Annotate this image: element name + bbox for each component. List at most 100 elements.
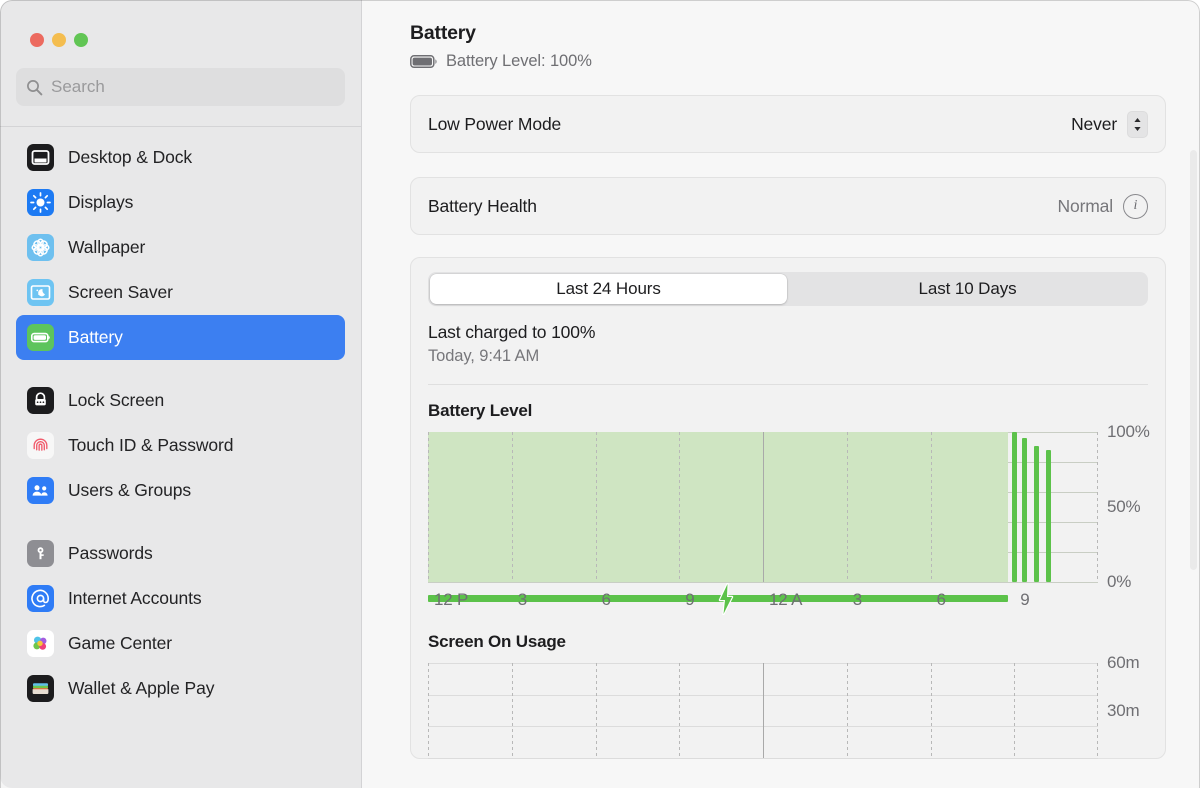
usage-divider (428, 384, 1148, 385)
gridline-vertical (512, 663, 513, 758)
sidebar-item-desktop-dock[interactable]: Desktop & Dock (16, 135, 345, 180)
sidebar-item-touch-id[interactable]: Touch ID & Password (16, 423, 345, 468)
x-axis-tick-label: 12 P (434, 590, 468, 610)
x-axis-tick-label: 6 (937, 590, 946, 610)
game-center-icon (27, 630, 54, 657)
page-title: Battery (410, 22, 1166, 45)
y-axis-tick-label: 30m (1107, 701, 1139, 721)
gridline-vertical (428, 432, 429, 582)
battery-full-icon (410, 55, 437, 69)
low-power-mode-card: Low Power Mode Never (410, 95, 1166, 153)
sidebar-item-screen-saver[interactable]: Screen Saver (16, 270, 345, 315)
passwords-icon (27, 540, 54, 567)
gridline-vertical (931, 663, 932, 758)
zoom-button[interactable] (74, 33, 88, 47)
gridline-vertical (931, 432, 932, 582)
info-icon[interactable]: i (1123, 194, 1148, 219)
battery-level-bar (1012, 432, 1017, 582)
sidebar-item-label: Lock Screen (68, 390, 164, 411)
sidebar-item-label: Internet Accounts (68, 588, 202, 609)
search-input[interactable]: Search (16, 68, 345, 106)
gridline-vertical (679, 663, 680, 758)
battery-level-chart: 0%50%100% (428, 432, 1148, 582)
screen-usage-chart: 30m60m (428, 663, 1148, 758)
gridline-vertical (512, 432, 513, 582)
sidebar-item-label: Game Center (68, 633, 172, 654)
low-power-mode-row[interactable]: Low Power Mode Never (411, 96, 1165, 152)
sidebar-item-label: Touch ID & Password (68, 435, 233, 456)
sidebar-item-passwords[interactable]: Passwords (16, 531, 345, 576)
sidebar-item-lock-screen[interactable]: Lock Screen (16, 378, 345, 423)
last-charged-time: Today, 9:41 AM (428, 347, 1148, 366)
day-boundary-line (763, 432, 764, 582)
gridline-vertical (428, 663, 429, 758)
sidebar-item-label: Displays (68, 192, 133, 213)
sidebar-item-game-center[interactable]: Game Center (16, 621, 345, 666)
low-power-mode-stepper[interactable] (1127, 111, 1148, 138)
gridline-vertical (596, 663, 597, 758)
battery-level-row: Battery Level: 100% (410, 52, 1166, 71)
y-axis-tick-label: 60m (1107, 653, 1139, 673)
y-axis-tick-label: 50% (1107, 497, 1140, 517)
gridline-vertical (847, 432, 848, 582)
y-axis-tick-label: 100% (1107, 422, 1150, 442)
usage-range-segmented-control[interactable]: Last 24 Hours Last 10 Days (428, 272, 1148, 306)
sidebar-group-separator (16, 513, 345, 531)
last-charged-title: Last charged to 100% (428, 322, 1148, 343)
battery-level-chart-title: Battery Level (428, 401, 1148, 421)
battery-level-bar (1034, 446, 1039, 583)
touch-id-icon (27, 432, 54, 459)
x-axis-tick-label: 9 (1020, 590, 1029, 610)
screen-saver-icon (27, 279, 54, 306)
battery-level-y-axis: 0%50%100% (1098, 432, 1188, 582)
search-placeholder: Search (51, 77, 105, 97)
sidebar-item-wallpaper[interactable]: Wallpaper (16, 225, 345, 270)
system-settings-window: Search Desktop & Dock Displays (0, 0, 1200, 788)
x-axis-tick-label: 3 (518, 590, 527, 610)
sidebar-item-label: Screen Saver (68, 282, 173, 303)
battery-icon (27, 324, 54, 351)
main-content: Battery Battery Level: 100% Low Power Mo… (362, 0, 1200, 788)
screen-usage-plot (428, 663, 1098, 758)
search-container: Search (0, 47, 361, 106)
screen-usage-chart-title: Screen On Usage (428, 632, 1148, 652)
wallet-icon (27, 675, 54, 702)
battery-level-bar (1046, 450, 1051, 582)
y-axis-tick-label: 0% (1107, 572, 1131, 592)
displays-icon (27, 189, 54, 216)
battery-level-bar (1022, 438, 1027, 582)
minimize-button[interactable] (52, 33, 66, 47)
gridline-horizontal (428, 758, 1098, 759)
sidebar-item-label: Wallet & Apple Pay (68, 678, 214, 699)
main-scrollbar[interactable] (1190, 150, 1197, 570)
x-axis-tick-label: 9 (685, 590, 694, 610)
users-groups-icon (27, 477, 54, 504)
gridline-vertical (847, 663, 848, 758)
lock-screen-icon (27, 387, 54, 414)
battery-level-text: Battery Level: 100% (446, 52, 592, 71)
gridline-vertical (679, 432, 680, 582)
tab-last-24-hours[interactable]: Last 24 Hours (430, 274, 787, 304)
sidebar-item-displays[interactable]: Displays (16, 180, 345, 225)
sidebar-item-battery[interactable]: Battery (16, 315, 345, 360)
sidebar-item-wallet-apple-pay[interactable]: Wallet & Apple Pay (16, 666, 345, 711)
desktop-dock-icon (27, 144, 54, 171)
sidebar-list: Desktop & Dock Displays Wallpaper Screen… (0, 127, 361, 788)
gridline-vertical (596, 432, 597, 582)
gridline-vertical (1014, 663, 1015, 758)
battery-level-area (428, 432, 1008, 582)
sidebar-item-label: Passwords (68, 543, 153, 564)
x-axis-tick-label: 6 (602, 590, 611, 610)
sidebar: Search Desktop & Dock Displays (0, 0, 362, 788)
battery-level-plot (428, 432, 1098, 582)
battery-health-value: Normal (1058, 196, 1114, 217)
close-button[interactable] (30, 33, 44, 47)
sidebar-item-internet-accounts[interactable]: Internet Accounts (16, 576, 345, 621)
screen-usage-y-axis: 30m60m (1098, 663, 1188, 758)
x-axis-tick-label: 3 (853, 590, 862, 610)
sidebar-item-users-groups[interactable]: Users & Groups (16, 468, 345, 513)
tab-last-10-days[interactable]: Last 10 Days (789, 274, 1146, 304)
sidebar-group-separator (16, 360, 345, 378)
sidebar-item-label: Wallpaper (68, 237, 145, 258)
wallpaper-icon (27, 234, 54, 261)
